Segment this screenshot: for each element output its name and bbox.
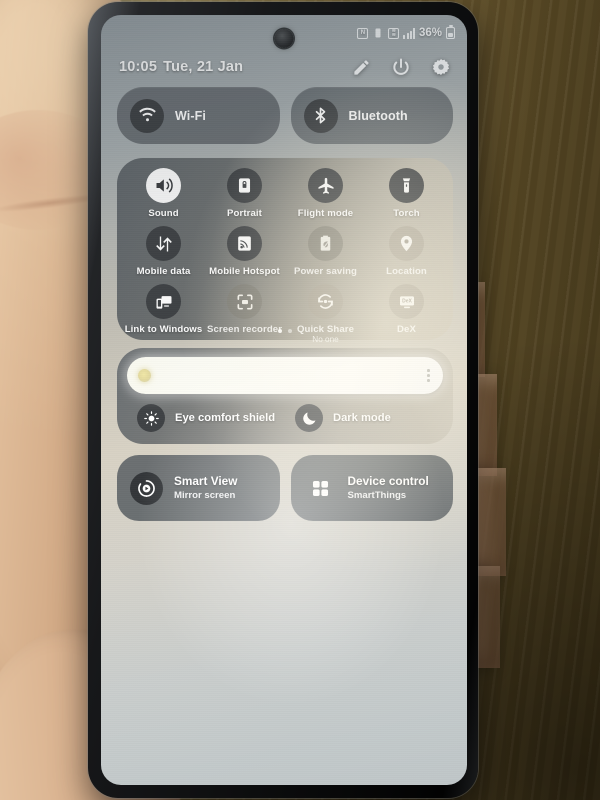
quick-share-icon bbox=[308, 284, 343, 319]
tile-sound[interactable]: Sound bbox=[123, 168, 204, 224]
panel-empty-area bbox=[101, 521, 467, 785]
tile-portrait[interactable]: Portrait bbox=[204, 168, 285, 224]
more-vertical-icon[interactable] bbox=[427, 369, 430, 382]
phone-screen: N ≋ ≋ 36% 10:05 Tue, 21 Jan Wi-Fi Blueto… bbox=[101, 15, 467, 785]
wifi-label: Wi-Fi bbox=[175, 108, 206, 123]
tile-label: Power saving bbox=[293, 266, 358, 277]
tile-sublabel: No one bbox=[312, 335, 339, 344]
sun-shield-icon bbox=[137, 404, 165, 432]
clock-and-date: 10:05 Tue, 21 Jan bbox=[119, 59, 243, 75]
clock-time: 10:05 bbox=[119, 59, 158, 75]
dark-mode-label: Dark mode bbox=[333, 412, 391, 424]
tile-mobile-data[interactable]: Mobile data bbox=[123, 226, 204, 282]
device-control-title: Device control bbox=[347, 473, 429, 488]
tile-label: Location bbox=[386, 266, 427, 277]
hotspot-icon bbox=[227, 226, 262, 261]
smart-view-button[interactable]: Smart View Mirror screen bbox=[117, 455, 280, 521]
wifi-calling-icon: ≋ ≋ bbox=[388, 27, 400, 39]
smart-view-subtitle: Mirror screen bbox=[174, 489, 236, 501]
vibrate-icon bbox=[372, 27, 384, 39]
tile-flight-mode[interactable]: Flight mode bbox=[285, 168, 366, 224]
quick-panel-header: 10:05 Tue, 21 Jan bbox=[119, 57, 451, 77]
tile-label: Mobile data bbox=[136, 266, 191, 277]
nfc-icon: N bbox=[357, 27, 369, 39]
status-bar: N ≋ ≋ 36% bbox=[357, 25, 455, 39]
device-control-subtitle: SmartThings bbox=[347, 489, 407, 501]
smart-view-icon bbox=[130, 471, 163, 505]
grid-squares-icon bbox=[304, 472, 337, 505]
bottom-actions-row: Smart View Mirror screen Device control … bbox=[117, 455, 453, 521]
speaker-icon bbox=[146, 168, 181, 203]
smart-view-text: Smart View Mirror screen bbox=[174, 473, 238, 502]
wifi-toggle[interactable]: Wi-Fi bbox=[117, 87, 280, 144]
bluetooth-icon bbox=[303, 98, 338, 133]
brightness-sun-icon bbox=[138, 369, 151, 382]
quick-settings-grid: Sound Portrait Flight mode Torch Mobile … bbox=[123, 168, 447, 344]
eye-comfort-label: Eye comfort shield bbox=[175, 412, 276, 424]
tile-label: Mobile Hotspot bbox=[209, 266, 280, 277]
link-windows-icon bbox=[146, 284, 181, 319]
moon-icon bbox=[295, 404, 323, 432]
rotation-lock-icon bbox=[227, 168, 262, 203]
airplane-icon bbox=[308, 168, 343, 203]
device-control-button[interactable]: Device control SmartThings bbox=[290, 455, 453, 521]
tile-label: Torch bbox=[393, 208, 420, 219]
dark-mode-toggle[interactable]: Dark mode bbox=[285, 404, 443, 432]
signal-bars-icon bbox=[403, 27, 415, 39]
clock-date: Tue, 21 Jan bbox=[163, 59, 244, 75]
wifi-icon bbox=[130, 98, 164, 133]
bluetooth-label: Bluetooth bbox=[348, 108, 408, 123]
battery-icon bbox=[446, 25, 455, 39]
battery-leaf-icon bbox=[308, 226, 343, 261]
flashlight-icon bbox=[389, 168, 424, 203]
tile-label: Portrait bbox=[227, 208, 262, 219]
svg-text:DeX: DeX bbox=[402, 298, 412, 304]
pencil-icon[interactable] bbox=[352, 58, 371, 77]
quick-settings-panel: Sound Portrait Flight mode Torch Mobile … bbox=[117, 158, 453, 344]
brightness-card: Eye comfort shield Dark mode bbox=[117, 348, 453, 444]
page-dot[interactable] bbox=[288, 329, 292, 333]
dex-icon: DeX bbox=[389, 284, 424, 319]
tile-location[interactable]: Location bbox=[366, 226, 447, 282]
tile-torch[interactable]: Torch bbox=[366, 168, 447, 224]
front-camera-punchhole bbox=[274, 29, 294, 48]
device-control-text: Device control SmartThings bbox=[347, 473, 429, 502]
phone-device: N ≋ ≋ 36% 10:05 Tue, 21 Jan Wi-Fi Blueto… bbox=[88, 2, 478, 798]
page-dot-active[interactable] bbox=[278, 329, 282, 333]
power-icon[interactable] bbox=[391, 57, 411, 77]
eye-comfort-shield-toggle[interactable]: Eye comfort shield bbox=[127, 404, 285, 432]
brightness-slider[interactable] bbox=[127, 357, 443, 394]
display-toggles-row: Eye comfort shield Dark mode bbox=[127, 404, 443, 432]
tile-power-saving[interactable]: Power saving bbox=[285, 226, 366, 282]
bluetooth-toggle[interactable]: Bluetooth bbox=[290, 87, 453, 144]
tile-mobile-hotspot[interactable]: Mobile Hotspot bbox=[204, 226, 285, 282]
data-arrows-icon bbox=[146, 226, 181, 261]
page-indicator bbox=[117, 329, 453, 333]
tile-label: Sound bbox=[148, 208, 179, 219]
header-actions bbox=[352, 57, 451, 77]
gear-icon[interactable] bbox=[431, 57, 451, 77]
smart-view-title: Smart View bbox=[174, 473, 238, 488]
battery-percent-label: 36% bbox=[418, 27, 442, 39]
tile-label: Flight mode bbox=[297, 208, 354, 219]
connectivity-row: Wi-Fi Bluetooth bbox=[117, 87, 453, 144]
screen-record-icon bbox=[227, 284, 262, 319]
location-pin-icon bbox=[389, 226, 424, 261]
